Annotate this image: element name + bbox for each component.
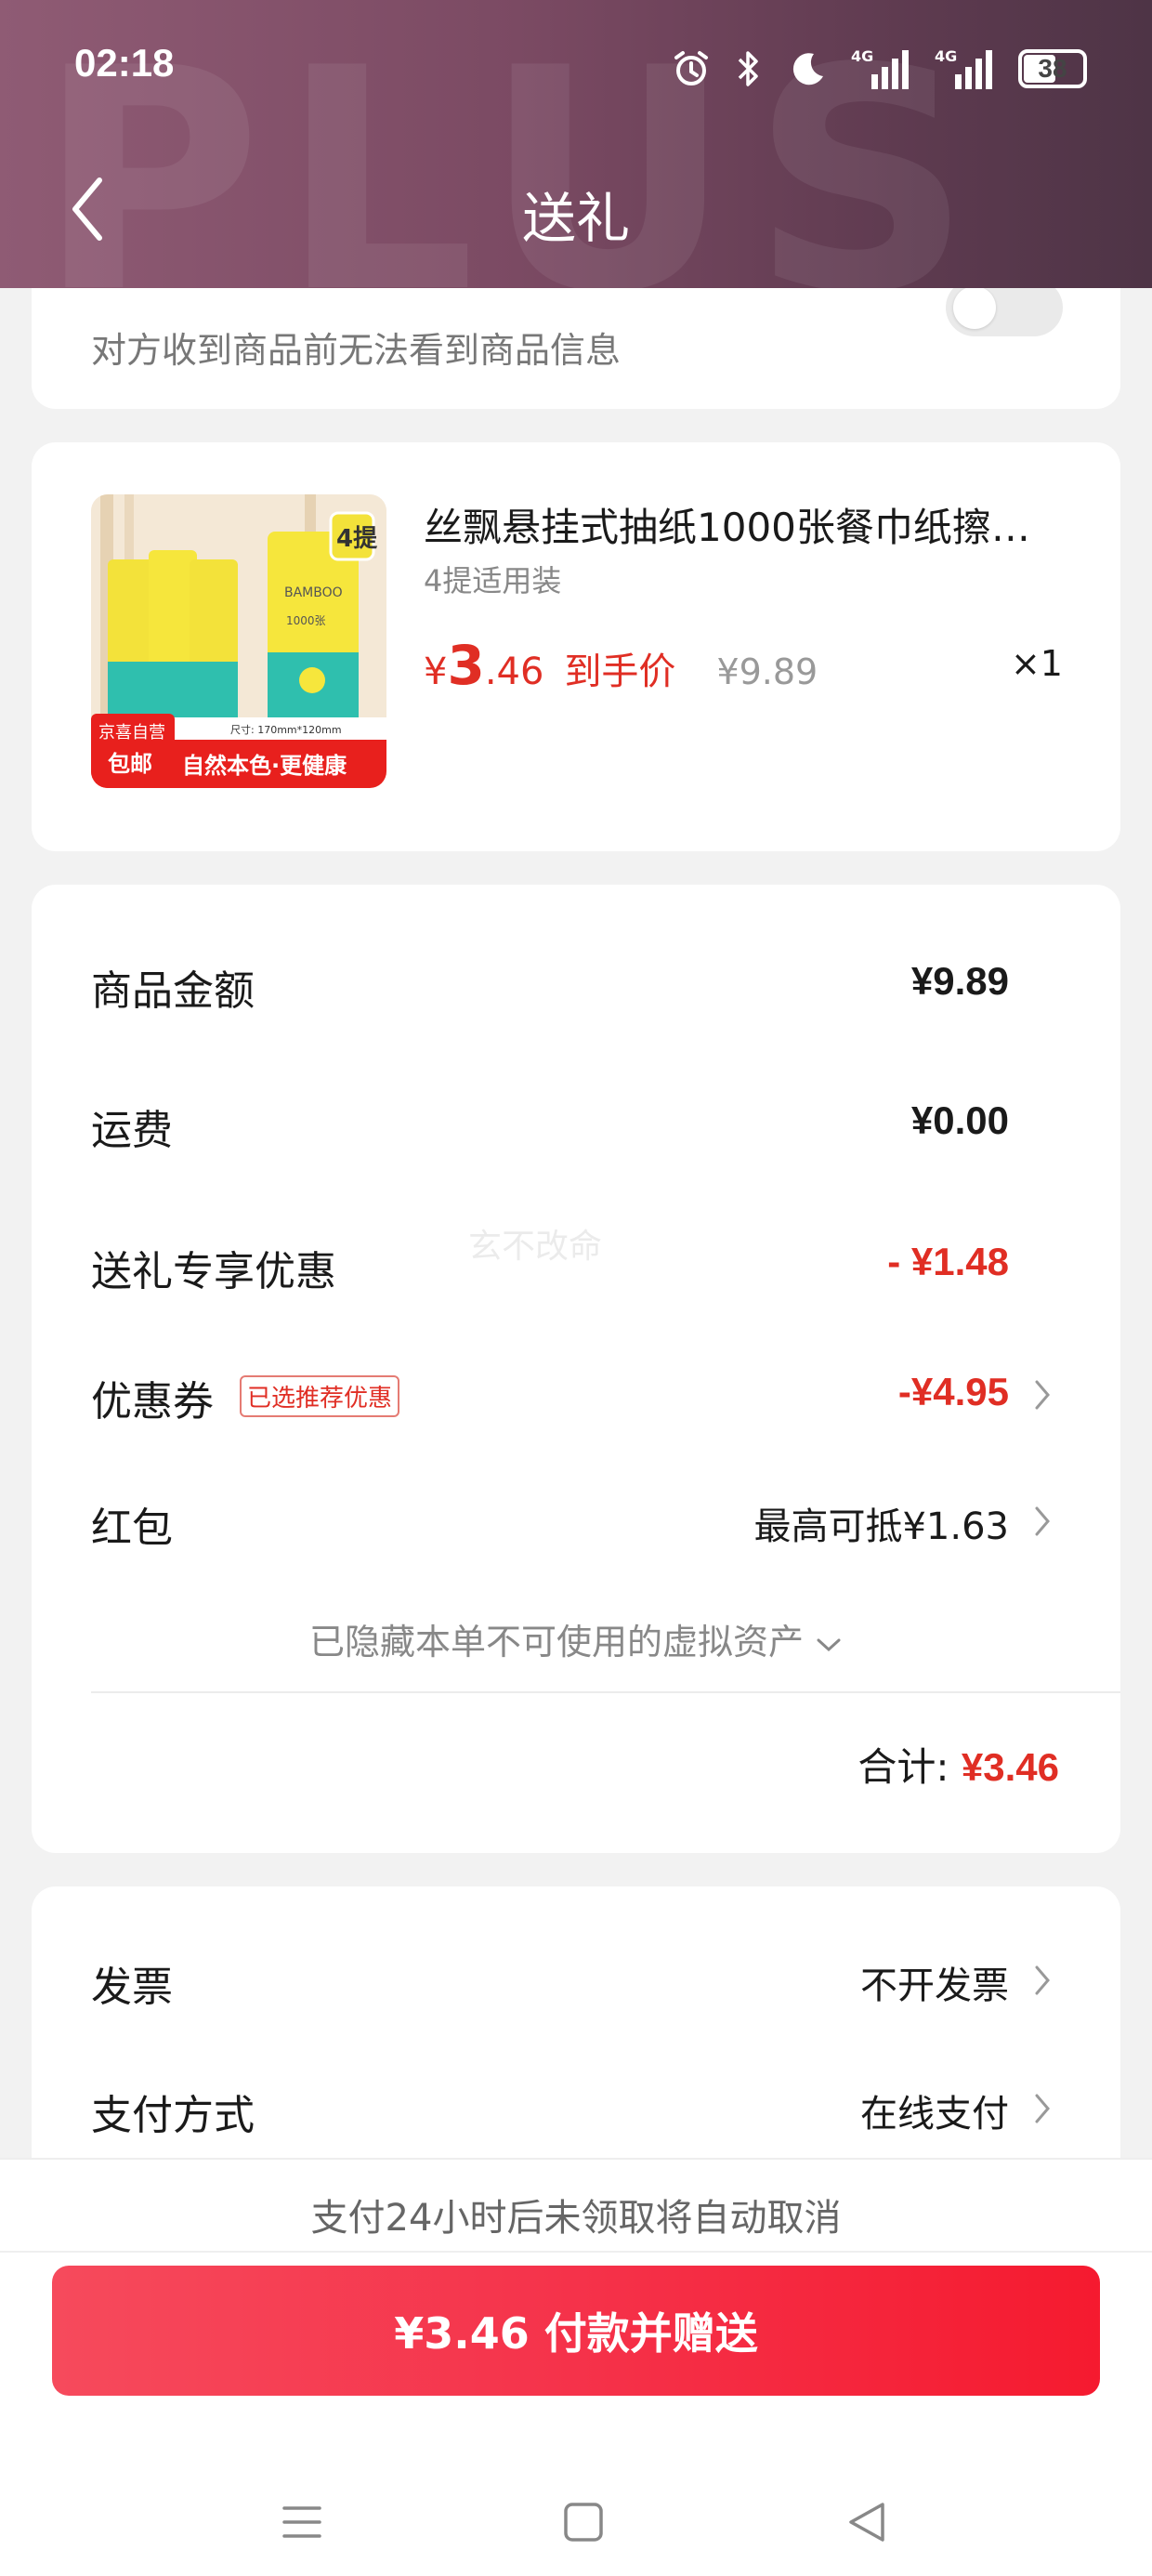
back-triangle-icon <box>849 2503 884 2542</box>
summary-card: 玄不改命 商品金额 ¥9.89 运费 ¥0.00 送礼专享优惠 - ¥1.48 … <box>32 885 1120 1853</box>
red-packet-label: 红包 <box>91 1505 173 1552</box>
signal-icon-2: 4G <box>935 46 994 91</box>
nav-bar: 送礼 <box>0 158 1152 260</box>
product-name[interactable]: 丝飘悬挂式抽纸1000张餐巾纸擦… <box>424 496 1093 553</box>
red-packet-row[interactable]: 红包 最高可抵¥1.63 <box>91 1494 1055 1552</box>
chevron-right-icon <box>1029 1498 1055 1544</box>
signal-icon-1: 4G <box>851 46 910 91</box>
invoice-card: 发票 不开发票 支付方式 在线支付 <box>32 1886 1120 2193</box>
battery-level: 38 <box>1038 54 1067 83</box>
product-image[interactable]: BAMBOO 1000张 4提 尺寸: 170mm*120mm 京喜自营 包邮 … <box>91 494 386 788</box>
payment-method-label: 支付方式 <box>91 2092 255 2139</box>
gift-discount-row: 送礼专享优惠 - ¥1.48 <box>91 1238 1055 1295</box>
hidden-assets-text: 已隐藏本单不可使用的虚拟资产 <box>308 1622 804 1663</box>
original-price: ¥9.89 <box>716 651 818 692</box>
home-button[interactable] <box>551 2494 616 2550</box>
invoice-row[interactable]: 发票 不开发票 <box>91 1953 1055 2011</box>
invoice-value: 不开发票 <box>860 1965 1009 2007</box>
total-label: 合计: <box>857 1744 949 1790</box>
alarm-icon <box>671 48 712 89</box>
app-header: PLUS 02:18 4G 4G 38 送礼 <box>0 0 1152 288</box>
chevron-right-icon <box>1029 1957 1055 2004</box>
goods-amount-value: ¥9.89 <box>910 959 1009 1003</box>
page-title: 送礼 <box>521 187 630 250</box>
network-label-1: 4G <box>851 47 873 65</box>
system-nav-bar <box>0 2476 1152 2569</box>
price-symbol: ¥ <box>424 651 448 693</box>
privacy-hint: 对方收到商品前无法看到商品信息 <box>91 330 622 371</box>
chevron-right-icon <box>1029 2085 1055 2132</box>
back-nav-button[interactable] <box>834 2494 899 2550</box>
total-value: ¥3.46 <box>961 1745 1059 1789</box>
price-integer: 3 <box>447 634 485 697</box>
status-bar: 02:18 4G 4G 38 <box>0 37 1152 102</box>
hidden-assets-toggle[interactable]: 已隐藏本单不可使用的虚拟资产 <box>32 1613 1120 1664</box>
gift-discount-label: 送礼专享优惠 <box>91 1248 336 1295</box>
thumb-brand-text: BAMBOO <box>284 585 343 600</box>
coupon-row[interactable]: 优惠券 已选推荐优惠 -¥4.95 <box>91 1368 1055 1426</box>
network-label-2: 4G <box>935 47 957 65</box>
status-icons: 4G 4G 38 <box>671 41 1087 97</box>
thumb-slogan: 自然本色·更健康 <box>182 753 347 779</box>
bottom-bar: 支付24小时后未领取将自动取消 ¥3.46 付款并赠送 <box>0 2158 1152 2576</box>
goods-amount-row: 商品金额 ¥9.89 <box>91 957 1055 1015</box>
divider <box>91 1691 1120 1693</box>
pay-and-gift-button[interactable]: ¥3.46 付款并赠送 <box>52 2266 1100 2396</box>
final-price-label: 到手价 <box>564 651 676 693</box>
battery-icon: 38 <box>1018 49 1087 88</box>
thumb-count-text: 1000张 <box>286 614 326 627</box>
quantity: ×1 <box>1010 643 1063 684</box>
thumb-store-badge: 京喜自营 <box>98 723 165 743</box>
coupon-label: 优惠券 <box>91 1378 214 1426</box>
moon-icon <box>786 48 827 89</box>
price-decimal: .46 <box>484 651 544 693</box>
thumb-size-text: 尺寸: 170mm*120mm <box>230 723 342 736</box>
gift-discount-value: - ¥1.48 <box>887 1240 1009 1283</box>
thumb-pack-badge: 4提 <box>336 525 378 553</box>
home-icon <box>564 2503 603 2542</box>
payment-method-value: 在线支付 <box>860 2093 1009 2136</box>
invoice-label: 发票 <box>91 1964 173 2011</box>
product-spec: 4提适用装 <box>424 563 562 598</box>
red-packet-value: 最高可抵¥1.63 <box>753 1505 1009 1548</box>
bluetooth-icon <box>736 48 762 89</box>
menu-icon <box>282 2506 321 2538</box>
auto-cancel-hint: 支付24小时后未领取将自动取消 <box>310 2197 842 2240</box>
coupon-tag: 已选推荐优惠 <box>240 1375 400 1417</box>
price-row: ¥ 3 .46 到手价 ¥9.89 <box>424 634 818 699</box>
payment-method-row[interactable]: 支付方式 在线支付 <box>91 2082 1055 2139</box>
total-row: 合计: ¥3.46 <box>857 1736 1059 1793</box>
thumb-ship-badge: 包邮 <box>108 751 152 777</box>
status-time: 02:18 <box>74 41 175 85</box>
pay-button-label: ¥3.46 付款并赠送 <box>394 2308 758 2359</box>
menu-button[interactable] <box>269 2494 334 2550</box>
shipping-row: 运费 ¥0.00 <box>91 1097 1055 1154</box>
shipping-label: 运费 <box>91 1107 173 1154</box>
product-card: BAMBOO 1000张 4提 尺寸: 170mm*120mm 京喜自营 包邮 … <box>32 442 1120 851</box>
chevron-right-icon <box>1029 1372 1055 1418</box>
shipping-value: ¥0.00 <box>910 1098 1009 1142</box>
chevron-down-icon <box>817 1638 841 1651</box>
coupon-value: -¥4.95 <box>897 1370 1009 1413</box>
goods-amount-label: 商品金额 <box>91 967 255 1015</box>
divider <box>0 2251 1152 2253</box>
